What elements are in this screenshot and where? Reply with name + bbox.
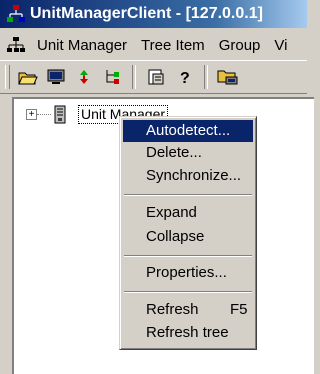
menu-item-label: Expand (146, 204, 197, 221)
tree-connector-line (37, 114, 51, 115)
folder-network-icon[interactable] (214, 64, 242, 90)
menu-item-refresh[interactable]: Refresh F5 (123, 299, 253, 321)
menu-view[interactable]: Vi (267, 37, 294, 54)
menu-tree-item[interactable]: Tree Item (134, 37, 212, 54)
help-icon[interactable]: ? (170, 64, 198, 90)
menu-item-label: Delete... (146, 144, 202, 161)
menu-separator-3 (124, 291, 252, 293)
menu-group[interactable]: Group (212, 37, 268, 54)
tree-sync-icon[interactable] (98, 64, 126, 90)
properties-icon[interactable] (142, 64, 170, 90)
toolbar: ? (0, 60, 307, 94)
title-bar[interactable]: UnitManagerClient - [127.0.0.1] (0, 0, 307, 28)
monitor-icon[interactable] (42, 64, 70, 90)
menu-unit-manager[interactable]: Unit Manager (30, 37, 134, 54)
open-folder-icon[interactable] (14, 64, 42, 90)
menu-item-delete[interactable]: Delete... (123, 142, 253, 164)
context-menu: Autodetect... Delete... Synchronize... E… (119, 116, 257, 350)
menu-item-label: Collapse (146, 228, 205, 245)
menu-item-label: Properties... (146, 264, 227, 281)
menu-separator-2 (124, 255, 252, 257)
unit-manager-menu-icon[interactable] (6, 36, 26, 54)
menu-item-properties[interactable]: Properties... (123, 262, 253, 284)
menu-item-label: Autodetect... (146, 122, 231, 139)
server-icon (54, 105, 66, 124)
toolbar-separator-2 (204, 65, 208, 89)
menu-bar: Unit Manager Tree Item Group Vi (0, 32, 307, 58)
menu-separator (124, 194, 252, 196)
network-app-icon (7, 5, 25, 22)
sync-arrows-icon[interactable] (70, 64, 98, 90)
svg-text:?: ? (180, 70, 190, 86)
menu-item-expand[interactable]: Expand (123, 202, 253, 224)
menu-item-label: Refresh (146, 301, 199, 318)
menu-item-autodetect[interactable]: Autodetect... (123, 120, 253, 142)
toolbar-grip[interactable] (5, 65, 10, 89)
toolbar-separator (132, 65, 136, 89)
menu-item-label: Refresh tree (146, 324, 229, 341)
window-title: UnitManagerClient - [127.0.0.1] (30, 5, 263, 22)
menu-item-shortcut: F5 (230, 301, 248, 318)
menu-item-synchronize[interactable]: Synchronize... (123, 165, 253, 187)
tree-expand-toggle[interactable]: + (26, 109, 37, 120)
menu-item-refresh-tree[interactable]: Refresh tree (123, 322, 253, 344)
menu-item-label: Synchronize... (146, 167, 242, 184)
menu-item-collapse[interactable]: Collapse (123, 226, 253, 248)
